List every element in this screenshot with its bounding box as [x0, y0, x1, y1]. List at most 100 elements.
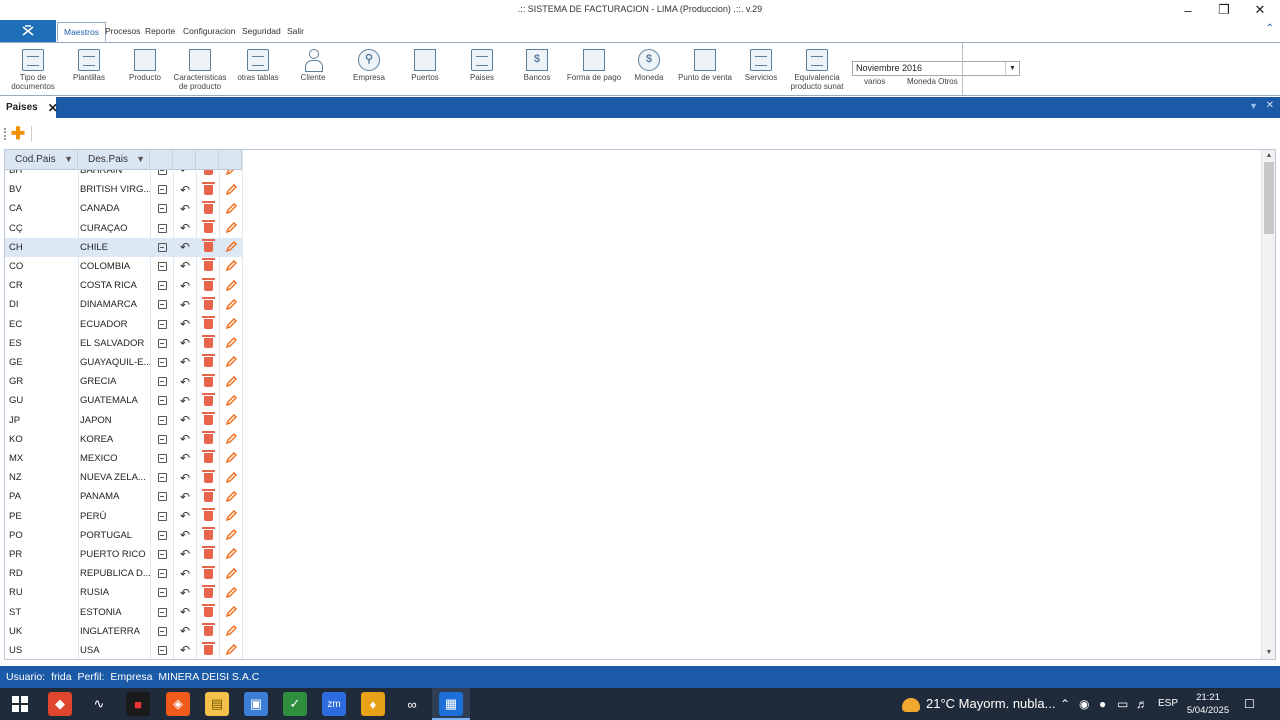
delete-row-icon[interactable]: [197, 257, 219, 276]
delete-row-icon[interactable]: [197, 487, 219, 506]
zoom-icon[interactable]: zm: [322, 692, 346, 716]
table-row[interactable]: JP JAPON ↶: [5, 411, 242, 430]
delete-row-icon[interactable]: [197, 430, 219, 449]
table-row[interactable]: CR COSTA RICA ↶: [5, 276, 242, 295]
undo-row-icon[interactable]: ↶: [174, 603, 196, 622]
edit-row-icon[interactable]: [220, 238, 242, 257]
delete-row-icon[interactable]: [197, 219, 219, 238]
country-code-cell[interactable]: CR: [9, 276, 75, 295]
table-row[interactable]: NZ NUEVA ZELA... ↶: [5, 468, 242, 487]
country-name-cell[interactable]: GUAYAQUIL-E...: [80, 353, 150, 372]
undo-row-icon[interactable]: ↶: [174, 468, 196, 487]
chevron-up-icon[interactable]: ⌃: [1060, 688, 1070, 720]
undo-row-icon[interactable]: ↶: [174, 526, 196, 545]
file-explorer-icon[interactable]: ▤: [205, 692, 229, 716]
table-row[interactable]: ES EL SALVADOR ↶: [5, 334, 242, 353]
table-row[interactable]: GR GRECIA ↶: [5, 372, 242, 391]
undo-row-icon[interactable]: ↶: [174, 545, 196, 564]
billing-app-icon[interactable]: ▦: [439, 692, 463, 716]
servicios-button[interactable]: Servicios: [733, 47, 789, 95]
country-code-cell[interactable]: ES: [9, 334, 75, 353]
country-code-cell[interactable]: EC: [9, 315, 75, 334]
undo-row-icon[interactable]: ↶: [174, 180, 196, 199]
country-code-cell[interactable]: BV: [9, 180, 75, 199]
vertical-scrollbar[interactable]: ▲ ▼: [1261, 150, 1275, 659]
table-row[interactable]: RU RUSIA ↶: [5, 583, 242, 602]
save-row-icon[interactable]: [151, 526, 173, 545]
delete-row-icon[interactable]: [197, 391, 219, 410]
app-tray-icon[interactable]: ◉: [1079, 688, 1089, 720]
country-name-cell[interactable]: PUERTO RICO: [80, 545, 150, 564]
table-row[interactable]: MX MEXICO ↶: [5, 449, 242, 468]
country-name-cell[interactable]: CANADA: [80, 199, 150, 218]
country-name-cell[interactable]: PANAMA: [80, 487, 150, 506]
country-name-cell[interactable]: GRECIA: [80, 372, 150, 391]
undo-row-icon[interactable]: ↶: [174, 449, 196, 468]
country-code-cell[interactable]: JP: [9, 411, 75, 430]
country-name-cell[interactable]: ECUADOR: [80, 315, 150, 334]
edit-row-icon[interactable]: [220, 641, 242, 659]
save-row-icon[interactable]: [151, 372, 173, 391]
undo-row-icon[interactable]: ↶: [174, 295, 196, 314]
app-menu-button[interactable]: [0, 20, 56, 42]
pin-icon[interactable]: ▼: [1249, 101, 1258, 111]
save-row-icon[interactable]: [151, 295, 173, 314]
tipo-documentos-button[interactable]: Tipo de documentos: [5, 47, 61, 95]
bancos-button[interactable]: $ Bancos: [509, 47, 565, 95]
empresa-button[interactable]: ⚲ Empresa: [341, 47, 397, 95]
country-name-cell[interactable]: GUATEMALA: [80, 391, 150, 410]
table-row[interactable]: US USA ↶: [5, 641, 242, 659]
edit-row-icon[interactable]: [220, 295, 242, 314]
save-row-icon[interactable]: [151, 219, 173, 238]
undo-row-icon[interactable]: ↶: [174, 353, 196, 372]
delete-row-icon[interactable]: [197, 411, 219, 430]
table-row[interactable]: CÇ CURAÇAO ↶: [5, 219, 242, 238]
save-row-icon[interactable]: [151, 334, 173, 353]
country-code-cell[interactable]: KO: [9, 430, 75, 449]
table-row[interactable]: DI DINAMARCA ↶: [5, 295, 242, 314]
undo-row-icon[interactable]: ↶: [174, 170, 196, 180]
country-code-cell[interactable]: GU: [9, 391, 75, 410]
edit-row-icon[interactable]: [220, 276, 242, 295]
tab-paises[interactable]: Paises ✕: [0, 97, 58, 118]
undo-row-icon[interactable]: ↶: [174, 391, 196, 410]
table-row[interactable]: KO KOREA ↶: [5, 430, 242, 449]
save-row-icon[interactable]: [151, 170, 173, 180]
country-name-cell[interactable]: EL SALVADOR: [80, 334, 150, 353]
tab-configuracion[interactable]: Configuracion: [177, 22, 241, 42]
edit-row-icon[interactable]: [220, 199, 242, 218]
table-row[interactable]: CO COLOMBIA ↶: [5, 257, 242, 276]
save-row-icon[interactable]: [151, 391, 173, 410]
undo-row-icon[interactable]: ↶: [174, 487, 196, 506]
table-row[interactable]: BH BAHRAIN ↶: [5, 170, 242, 180]
country-code-cell[interactable]: NZ: [9, 468, 75, 487]
delete-row-icon[interactable]: [197, 468, 219, 487]
country-code-cell[interactable]: PE: [9, 507, 75, 526]
country-code-cell[interactable]: MX: [9, 449, 75, 468]
add-record-button[interactable]: ✚: [10, 125, 26, 142]
delete-row-icon[interactable]: [197, 334, 219, 353]
table-row[interactable]: PE PERÚ ↶: [5, 507, 242, 526]
column-header-code[interactable]: Cod.Pais ▼: [5, 150, 78, 170]
notifications-icon[interactable]: ☐: [1244, 688, 1255, 720]
save-row-icon[interactable]: [151, 487, 173, 506]
delete-row-icon[interactable]: [197, 603, 219, 622]
save-row-icon[interactable]: [151, 411, 173, 430]
save-row-icon[interactable]: [151, 545, 173, 564]
country-code-cell[interactable]: CA: [9, 199, 75, 218]
save-row-icon[interactable]: [151, 641, 173, 659]
country-name-cell[interactable]: COSTA RICA: [80, 276, 150, 295]
save-row-icon[interactable]: [151, 449, 173, 468]
country-name-cell[interactable]: COLOMBIA: [80, 257, 150, 276]
undo-row-icon[interactable]: ↶: [174, 257, 196, 276]
edit-row-icon[interactable]: [220, 391, 242, 410]
edit-row-icon[interactable]: [220, 526, 242, 545]
country-code-cell[interactable]: PR: [9, 545, 75, 564]
country-name-cell[interactable]: DINAMARCA: [80, 295, 150, 314]
language-indicator[interactable]: ESP: [1158, 688, 1178, 720]
undo-row-icon[interactable]: ↶: [174, 564, 196, 583]
edit-row-icon[interactable]: [220, 603, 242, 622]
delete-row-icon[interactable]: [197, 276, 219, 295]
undo-row-icon[interactable]: ↶: [174, 199, 196, 218]
country-name-cell[interactable]: INGLATERRA: [80, 622, 150, 641]
